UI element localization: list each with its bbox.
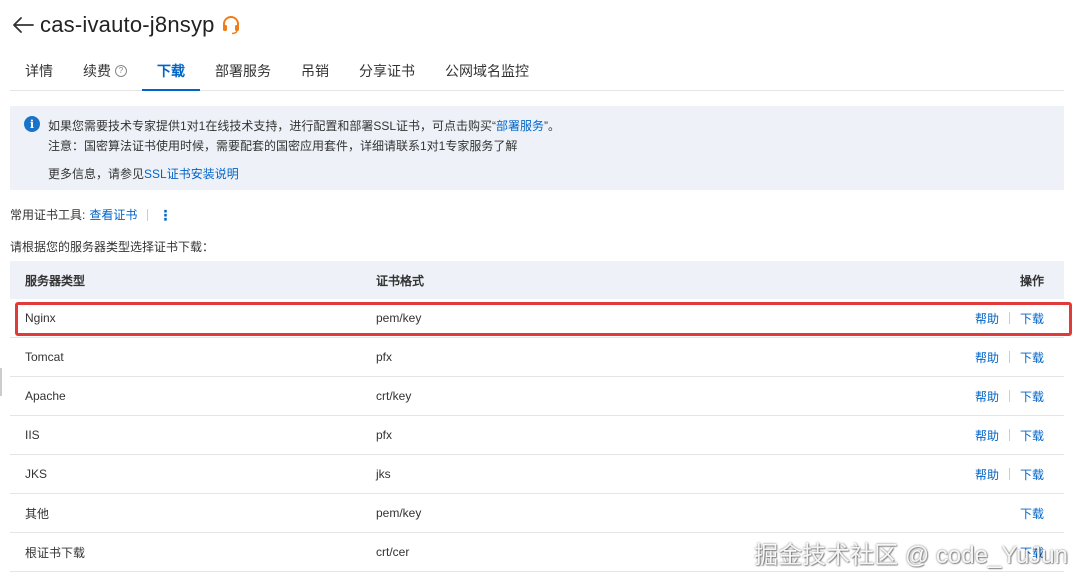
cert-tools: 常用证书工具: 查看证书 ⋮ [10, 206, 172, 223]
server-type-cell: Tomcat [25, 350, 64, 364]
server-type-cell: Nginx [25, 311, 56, 325]
tab-label: 详情 [25, 63, 53, 79]
notice-line-1: 如果您需要技术专家提供1对1在线技术支持，进行配置和部署SSL证书，可点击购买“… [48, 117, 560, 134]
tab-label: 下载 [157, 63, 185, 79]
table-row: Nginx pem/key 帮助 下载 [10, 299, 1064, 338]
table-row: 其他 pem/key 下载 [10, 494, 1064, 533]
divider [1008, 390, 1010, 402]
headset-support-icon[interactable] [221, 15, 241, 35]
cert-download-table: 服务器类型 证书格式 操作 Nginx pem/key 帮助 下载 Tomcat … [10, 261, 1064, 572]
tab-renew[interactable]: 续费? [68, 52, 142, 90]
scroll-edge [0, 368, 2, 396]
help-link[interactable]: 帮助 [975, 349, 999, 366]
header-action: 操作 [1019, 273, 1044, 288]
tab-share-cert[interactable]: 分享证书 [344, 52, 430, 90]
notice-text: 如果您需要技术专家提供1对1在线技术支持，进行配置和部署SSL证书，可点击购买“ [48, 119, 497, 133]
tab-label: 吊销 [301, 63, 329, 79]
tab-deploy-service[interactable]: 部署服务 [200, 52, 286, 90]
action-cell: 帮助 下载 [884, 427, 1064, 444]
notice-text: 更多信息，请参见 [48, 167, 145, 181]
notice-line-2: 注意：国密算法证书使用时候，需要配套的国密应用套件，详细请联系1对1专家服务了解 [48, 139, 518, 153]
server-type-cell: JKS [25, 467, 48, 481]
page-header: cas-ivauto-j8nsyp [10, 8, 241, 42]
ssl-install-guide-link[interactable]: SSL证书安装说明 [144, 167, 239, 181]
cert-format-cell: pem/key [376, 311, 422, 325]
view-cert-link[interactable]: 查看证书 [89, 206, 137, 223]
cert-format-cell: pfx [376, 428, 393, 442]
server-type-prompt: 请根据您的服务器类型选择证书下载： [10, 240, 215, 254]
cert-tools-label: 常用证书工具: [10, 208, 86, 222]
download-link[interactable]: 下载 [1020, 310, 1044, 327]
help-link[interactable]: 帮助 [975, 388, 999, 405]
table-header: 服务器类型 证书格式 操作 [10, 261, 1064, 299]
notice-text: ”。 [544, 119, 561, 133]
notice-line-3: 更多信息，请参见SSL证书安装说明 [48, 165, 239, 182]
server-type-cell: 其他 [25, 506, 50, 521]
tab-revoke[interactable]: 吊销 [286, 52, 344, 90]
info-icon: i [24, 116, 40, 132]
tab-label: 续费 [83, 63, 111, 79]
tab-label: 部署服务 [215, 63, 271, 79]
cert-format-cell: pem/key [376, 506, 422, 520]
tab-bar: 详情 续费? 下载 部署服务 吊销 分享证书 公网域名监控 [10, 52, 1064, 91]
help-link[interactable]: 帮助 [975, 466, 999, 483]
tab-details[interactable]: 详情 [10, 52, 68, 90]
table-row: IIS pfx 帮助 下载 [10, 416, 1064, 455]
download-link[interactable]: 下载 [1020, 466, 1044, 483]
cert-format-cell: crt/key [376, 389, 412, 403]
divider [1008, 468, 1010, 480]
help-link[interactable]: 帮助 [975, 310, 999, 327]
info-notice: i 如果您需要技术专家提供1对1在线技术支持，进行配置和部署SSL证书，可点击购… [10, 106, 1064, 190]
download-link[interactable]: 下载 [1020, 427, 1044, 444]
server-type-cell: Apache [25, 389, 66, 403]
header-server-type: 服务器类型 [25, 273, 86, 288]
download-link[interactable]: 下载 [1020, 388, 1044, 405]
watermark: 掘金技术社区 @ code_YuJun [754, 542, 1068, 569]
tab-download[interactable]: 下载 [142, 52, 200, 91]
action-cell: 帮助 下载 [884, 466, 1064, 483]
tab-label: 分享证书 [359, 63, 415, 79]
question-icon[interactable]: ? [115, 65, 127, 77]
table-row: JKS jks 帮助 下载 [10, 455, 1064, 494]
back-arrow-icon[interactable] [10, 12, 36, 38]
action-cell: 下载 [884, 505, 1064, 522]
cert-format-cell: jks [376, 467, 391, 481]
action-cell: 帮助 下载 [884, 310, 1064, 327]
header-cert-format: 证书格式 [376, 273, 425, 288]
divider [147, 208, 149, 221]
action-cell: 帮助 下载 [884, 388, 1064, 405]
help-link[interactable]: 帮助 [975, 427, 999, 444]
download-link[interactable]: 下载 [1020, 505, 1044, 522]
download-link[interactable]: 下载 [1020, 349, 1044, 366]
divider [1008, 312, 1010, 324]
table-row: Apache crt/key 帮助 下载 [10, 377, 1064, 416]
server-type-cell: 根证书下载 [25, 545, 86, 560]
divider [1008, 351, 1010, 363]
tab-label: 公网域名监控 [445, 63, 529, 79]
page-title: cas-ivauto-j8nsyp [40, 12, 215, 37]
server-type-cell: IIS [25, 428, 40, 442]
table-row: Tomcat pfx 帮助 下载 [10, 338, 1064, 377]
divider [1008, 429, 1010, 441]
tab-domain-monitor[interactable]: 公网域名监控 [430, 52, 544, 90]
action-cell: 帮助 下载 [884, 349, 1064, 366]
more-vertical-icon[interactable]: ⋮ [158, 208, 172, 222]
cert-format-cell: pfx [376, 350, 393, 364]
deploy-service-link[interactable]: 部署服务 [496, 119, 544, 133]
